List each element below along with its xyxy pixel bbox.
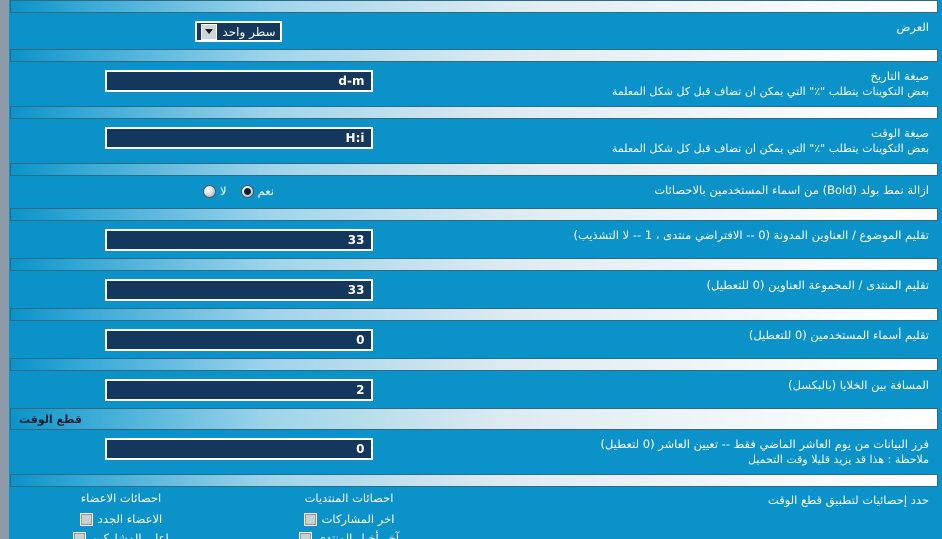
stats-selection-block: حدد إحصائيات لتطبيق قطع الوقت احصائات ال…: [9, 487, 941, 539]
label-col-date-format: صيغة التاريخ بعض التكوينات يتطلب "٪" الت…: [465, 69, 935, 99]
setting-sublabel-date-format: بعض التكوينات يتطلب "٪" التي يمكن ان تضا…: [611, 85, 929, 98]
trim-usernames-input[interactable]: [104, 329, 373, 351]
setting-row-trim-usernames: تقليم أسماء المستخدمين (0 للتعطيل): [9, 321, 941, 358]
checkbox-label: آخر أخبار المنتدى: [316, 531, 400, 539]
control-col-trim-thread-titles: [12, 228, 465, 251]
divider-5: [10, 258, 938, 271]
checkbox-row[interactable]: الاعضاء الجدد: [9, 512, 235, 526]
setting-label-display: العرض: [896, 20, 930, 34]
control-col-date-format: [12, 69, 465, 92]
checkbox-label: الاعضاء الجدد: [97, 512, 163, 526]
setting-label-cutoff-days: فرز البيانات من يوم العاشر الماضي فقط --…: [600, 437, 929, 451]
checkbox-row[interactable]: آخر أخبار المنتدى: [235, 531, 463, 539]
setting-label-trim-usernames: تقليم أسماء المستخدمين (0 للتعطيل): [748, 328, 929, 342]
label-col-time-format: صيغة الوقت بعض التكوينات يتطلب "٪" التي …: [465, 126, 935, 156]
radio-dot-yes[interactable]: [240, 184, 254, 198]
checkbox-box[interactable]: [79, 512, 93, 526]
checkbox-row[interactable]: اخر المشاركات: [235, 512, 463, 526]
setting-row-remove-bold: ازالة نمط بولد (Bold) من اسماء المستخدمي…: [9, 176, 941, 208]
radio-option-no[interactable]: لا: [203, 184, 227, 198]
label-col-trim-usernames: تقليم أسماء المستخدمين (0 للتعطيل): [465, 328, 935, 343]
control-col-trim-usernames: [12, 328, 465, 351]
control-col-time-format: [12, 126, 465, 149]
control-col-trim-forum-titles: [12, 278, 465, 301]
setting-sublabel-time-format: بعض التكوينات يتطلب "٪" التي يمكن ان تضا…: [611, 142, 929, 155]
setting-label-cell-spacing: المسافة بين الخلايا (بالبكسل): [788, 378, 929, 392]
setting-row-cell-spacing: المسافة بين الخلايا (بالبكسل): [9, 371, 941, 408]
divider-3: [10, 163, 938, 176]
settings-window: العرض سطر واحد صيغة التاريخ بعض التكوينا…: [0, 0, 942, 539]
display-select-value: سطر واحد: [222, 24, 276, 39]
setting-row-date-format: صيغة التاريخ بعض التكوينات يتطلب "٪" الت…: [9, 62, 941, 106]
radio-dot-no[interactable]: [203, 184, 217, 198]
cutoff-days-input[interactable]: [104, 438, 373, 460]
radio-label-no: لا: [220, 184, 227, 198]
control-col-cutoff-days: [12, 437, 465, 460]
trim-thread-titles-input[interactable]: [104, 229, 373, 251]
label-col-display: العرض: [465, 20, 935, 35]
setting-row-trim-forum-titles: تقليم المنتدى / المجموعة العناوين (0 للت…: [9, 271, 941, 308]
control-col-remove-bold: نعم لا: [12, 183, 465, 198]
label-col-remove-bold: ازالة نمط بولد (Bold) من اسماء المستخدمي…: [465, 183, 935, 198]
label-col-cutoff-days: فرز البيانات من يوم العاشر الماضي فقط --…: [465, 437, 935, 467]
checkbox-box[interactable]: [298, 531, 312, 539]
divider-8: [10, 474, 938, 487]
radio-option-yes[interactable]: نعم: [240, 184, 274, 198]
settings-sheet: العرض سطر واحد صيغة التاريخ بعض التكوينا…: [9, 0, 941, 539]
divider-7: [10, 358, 938, 371]
stats-column-members-title: احصائات الاعضاء: [80, 491, 162, 505]
label-col-trim-forum-titles: تقليم المنتدى / المجموعة العناوين (0 للت…: [465, 278, 935, 293]
section-header-cutoff: قطع الوقت: [10, 408, 938, 430]
time-format-input[interactable]: [104, 127, 373, 149]
checkbox-row[interactable]: اعلى المشاركين: [9, 531, 235, 539]
remove-bold-radio-group: نعم لا: [203, 184, 274, 198]
setting-label-date-format: صيغة التاريخ: [870, 69, 929, 83]
setting-row-time-format: صيغة الوقت بعض التكوينات يتطلب "٪" التي …: [9, 119, 941, 163]
stats-column-members: احصائات الاعضاء الاعضاء الجدد اعلى المشا…: [9, 491, 235, 539]
stats-selection-label: حدد إحصائيات لتطبيق قطع الوقت: [767, 493, 929, 507]
setting-label-time-format: صيغة الوقت: [870, 126, 929, 140]
divider-4: [10, 208, 938, 221]
checkbox-box[interactable]: [73, 531, 87, 539]
stats-column-forum-title: احصائات المنتديات: [304, 491, 394, 505]
stats-column-forum: احصائات المنتديات اخر المشاركات آخر أخبا…: [235, 491, 463, 539]
label-col-trim-thread-titles: تقليم الموضوع / العناوين المدونة (0 -- ا…: [465, 228, 935, 243]
setting-sublabel-cutoff-days: ملاحظة : هذا قد يزيد قليلا وقت التحميل: [748, 453, 929, 466]
checkbox-label: اخر المشاركات: [321, 512, 395, 526]
control-col-cell-spacing: [12, 378, 465, 401]
trim-forum-titles-input[interactable]: [104, 279, 373, 301]
divider-top: [10, 0, 938, 13]
chevron-down-icon[interactable]: [201, 23, 218, 40]
section-header-title: قطع الوقت: [19, 412, 82, 426]
divider-6: [10, 308, 938, 321]
setting-row-cutoff-days: فرز البيانات من يوم العاشر الماضي فقط --…: [9, 430, 941, 474]
display-select[interactable]: سطر واحد: [195, 21, 282, 42]
cell-spacing-input[interactable]: [104, 379, 373, 401]
radio-label-yes: نعم: [257, 184, 274, 198]
label-col-cell-spacing: المسافة بين الخلايا (بالبكسل): [465, 378, 935, 393]
setting-row-trim-thread-titles: تقليم الموضوع / العناوين المدونة (0 -- ا…: [9, 221, 941, 258]
setting-label-trim-thread-titles: تقليم الموضوع / العناوين المدونة (0 -- ا…: [573, 228, 929, 242]
setting-label-trim-forum-titles: تقليم المنتدى / المجموعة العناوين (0 للت…: [706, 278, 929, 292]
setting-row-display: العرض سطر واحد: [9, 13, 941, 49]
stats-label-col: حدد إحصائيات لتطبيق قطع الوقت: [465, 491, 935, 539]
date-format-input[interactable]: [104, 70, 373, 92]
divider-1: [10, 49, 938, 62]
checkbox-box[interactable]: [303, 512, 317, 526]
divider-2: [10, 106, 938, 119]
setting-label-remove-bold: ازالة نمط بولد (Bold) من اسماء المستخدمي…: [654, 183, 929, 197]
checkbox-label: اعلى المشاركين: [91, 531, 169, 539]
control-col-display: سطر واحد: [12, 20, 465, 42]
stats-columns: احصائات المنتديات اخر المشاركات آخر أخبا…: [9, 491, 465, 539]
